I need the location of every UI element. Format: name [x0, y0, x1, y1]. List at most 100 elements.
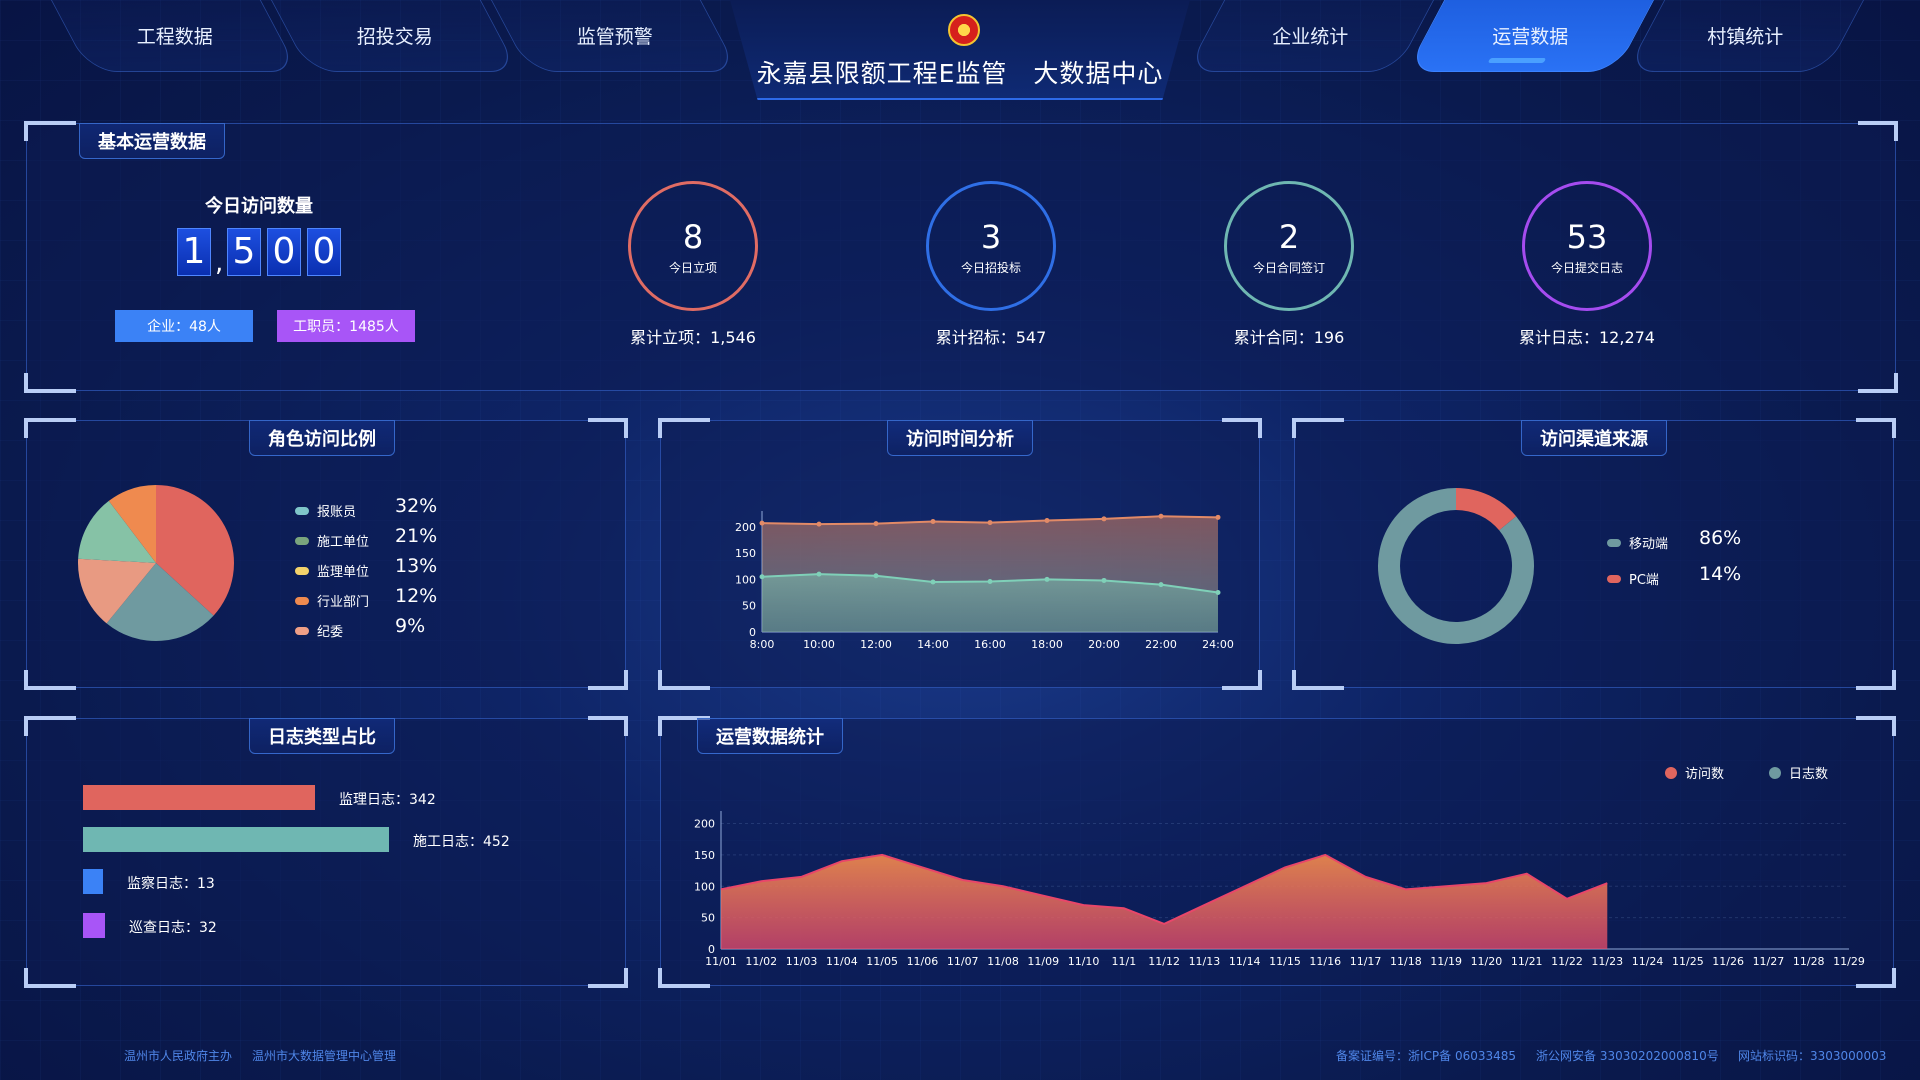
x-tick-label: 14:00 — [917, 638, 949, 651]
footer-icp: 备案证编号：浙ICP备 06033485 — [1336, 1049, 1517, 1063]
role-ratio-panel: 角色访问比例 报账员 32% 施工单位 21% 监理单位 13% 行业部门 12… — [24, 418, 628, 690]
tab-village-stats[interactable]: 村镇统计 — [1625, 0, 1865, 72]
legend-dot — [295, 536, 309, 545]
y-tick-label: 150 — [735, 547, 756, 560]
panel-title: 角色访问比例 — [249, 420, 395, 456]
log-bar-label: 施工日志：452 — [413, 834, 510, 850]
legend-item: PC端 — [1607, 569, 1659, 588]
ring-logs: 53 今日提交日志 — [1522, 181, 1652, 311]
legend-dot — [295, 626, 309, 635]
ring-caption: 累计招标：547 — [935, 328, 1047, 347]
ring-bidding: 3 今日招投标 — [926, 181, 1056, 311]
tab-operations-data[interactable]: 运营数据 — [1405, 0, 1655, 72]
x-tick-label: 11/26 — [1712, 955, 1744, 968]
x-tick-label: 11/05 — [866, 955, 898, 968]
x-tick-label: 11/07 — [947, 955, 979, 968]
legend-item: 报账员 — [295, 501, 356, 520]
x-tick-label: 20:00 — [1088, 638, 1120, 651]
panel-corner — [1222, 418, 1262, 438]
legend-label: 纪委 — [317, 625, 344, 640]
today-visit-label: 今日访问数量 — [205, 196, 313, 217]
log-bar — [83, 869, 103, 894]
panel-corner — [1856, 670, 1896, 690]
x-tick-label: 11/25 — [1672, 955, 1704, 968]
x-tick-label: 11/03 — [786, 955, 818, 968]
log-bar-label: 巡查日志：32 — [129, 920, 217, 936]
data-point — [1158, 513, 1164, 519]
legend-label: PC端 — [1629, 573, 1659, 588]
tab-enterprise-stats[interactable]: 企业统计 — [1185, 0, 1435, 72]
legend-dot — [295, 596, 309, 605]
x-tick-label: 11/18 — [1390, 955, 1422, 968]
x-tick-label: 11/09 — [1027, 955, 1059, 968]
area-fill — [721, 854, 1608, 949]
x-tick-label: 18:00 — [1031, 638, 1063, 651]
x-tick-label: 10:00 — [803, 638, 835, 651]
visit-time-chart: 0501001502008:00 10:00 12:00 14:00 16:00 18:0… — [735, 511, 1234, 651]
channel-donut-chart — [1378, 488, 1534, 644]
legend-label: 施工单位 — [317, 535, 370, 550]
ring-label: 今日立项 — [668, 260, 717, 275]
tab-label: 招投交易 — [356, 26, 433, 48]
x-tick-label: 11/20 — [1471, 955, 1503, 968]
data-point — [816, 521, 822, 527]
y-tick-label: 100 — [694, 880, 715, 893]
legend-label: 监理单位 — [317, 565, 370, 580]
data-point — [759, 574, 765, 580]
panel-title: 日志类型占比 — [249, 718, 395, 754]
tab-label: 工程数据 — [136, 26, 213, 48]
panel-corner — [24, 373, 76, 393]
data-point — [930, 519, 936, 525]
x-tick-label: 11/19 — [1430, 955, 1462, 968]
ring-caption: 累计立项：1,546 — [630, 328, 756, 347]
data-point — [987, 520, 993, 526]
ring-number: 2 — [1278, 217, 1300, 256]
tab-bidding[interactable]: 招投交易 — [270, 0, 520, 72]
legend-item: 施工单位 — [295, 531, 369, 550]
legend-dot — [295, 506, 309, 515]
legend-dot — [1769, 766, 1781, 779]
panel-title: 运营数据统计 — [697, 718, 843, 754]
visit-digit: 1 — [177, 228, 211, 276]
x-tick-label: 11/01 — [705, 955, 737, 968]
legend-percent: 21% — [395, 525, 438, 547]
data-point — [1101, 516, 1107, 522]
panel-corner — [1858, 373, 1898, 393]
legend-percent: 14% — [1699, 563, 1742, 585]
y-tick-label: 150 — [694, 849, 715, 862]
ring-label: 今日合同签订 — [1252, 260, 1325, 275]
visit-digit: 0 — [307, 228, 341, 276]
tab-supervision-warning[interactable]: 监管预警 — [490, 0, 740, 72]
x-tick-label: 11/28 — [1793, 955, 1825, 968]
panel-corner — [1222, 670, 1262, 690]
y-tick-label: 200 — [694, 818, 715, 831]
log-bar — [83, 827, 389, 852]
x-tick-label: 11/27 — [1753, 955, 1785, 968]
legend-label: 访问数 — [1685, 767, 1725, 782]
visit-time-panel: 访问时间分析 0 50 100 150 200 8:00 10:00 12:00 14:00 16… — [658, 418, 1262, 690]
staff-tag: 工职员：1485人 — [277, 310, 415, 342]
legend-item: 行业部门 — [295, 591, 369, 610]
panel-title: 访问时间分析 — [887, 420, 1033, 456]
x-tick-label: 11/17 — [1350, 955, 1382, 968]
tab-engineering-data[interactable]: 工程数据 — [50, 0, 300, 72]
panel-corner — [658, 670, 710, 690]
legend-percent: 32% — [395, 495, 438, 517]
basic-ops-panel: 基本运营数据 今日访问数量 1 , 5 0 0 企业：48人 工职员：1485人… — [24, 121, 1898, 393]
legend-item: 日志数 — [1769, 763, 1828, 782]
panel-corner — [24, 716, 76, 736]
visit-channel-panel: 访问渠道来源 移动端 86% PC端 14% — [1292, 418, 1896, 690]
tab-label: 村镇统计 — [1707, 26, 1784, 48]
data-point — [816, 571, 822, 577]
footer-site-id: 网站标识码：3303000003 — [1738, 1049, 1887, 1063]
x-tick-label: 11/08 — [987, 955, 1019, 968]
ring-label: 今日提交日志 — [1550, 260, 1623, 275]
visit-digit: 5 — [227, 228, 261, 276]
x-tick-label: 11/02 — [745, 955, 777, 968]
x-tick-label: 12:00 — [860, 638, 892, 651]
data-point — [1215, 590, 1221, 596]
legend-label: 报账员 — [317, 505, 357, 520]
data-point — [1215, 514, 1221, 520]
ring-number: 53 — [1566, 217, 1608, 256]
legend-dot — [1665, 766, 1677, 779]
